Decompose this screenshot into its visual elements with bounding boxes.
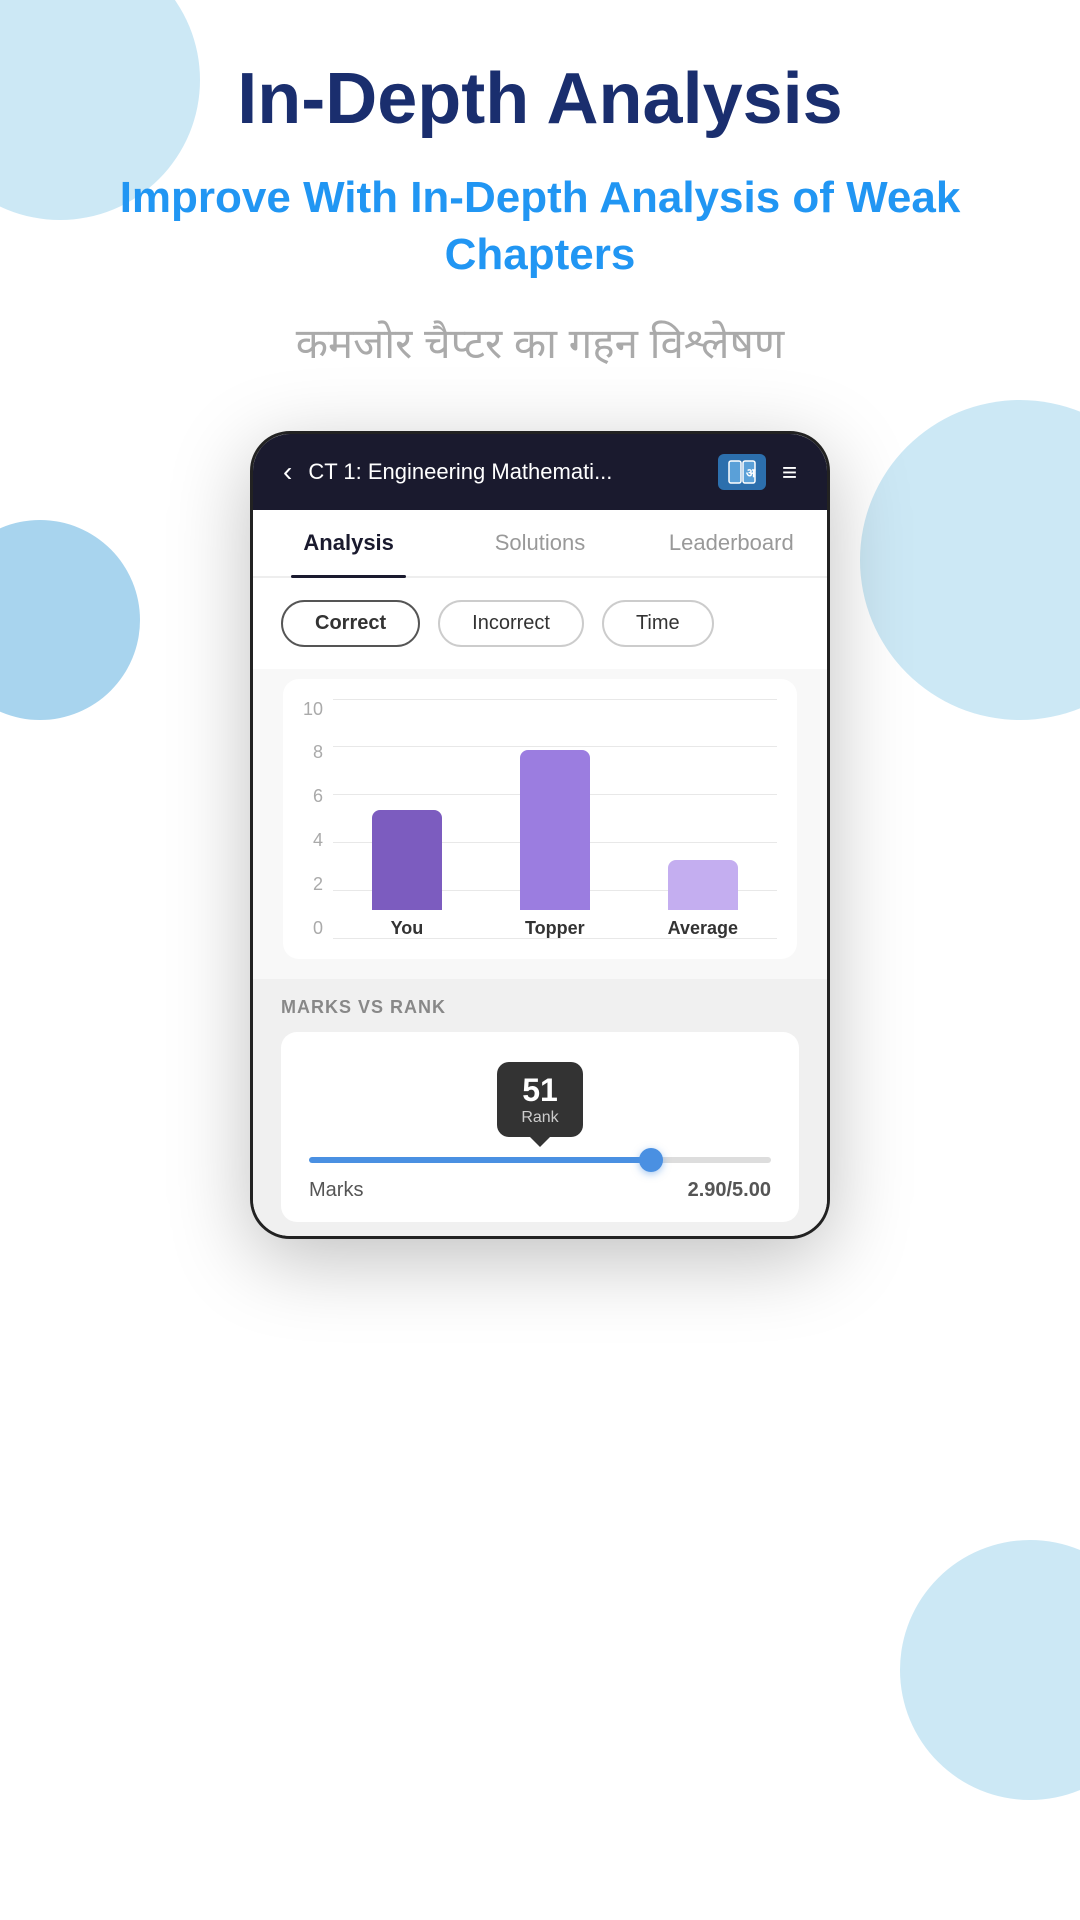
hindi-subtitle: कमजोर चैप्टर का गहन विश्लेषण <box>296 314 784 371</box>
y-label-8: 8 <box>303 742 323 763</box>
rank-badge: 51 Rank <box>497 1062 582 1137</box>
marks-value: 2.90/5.00 <box>688 1179 771 1202</box>
bar-group-you: You <box>372 810 442 939</box>
bar-label-average: Average <box>668 918 738 939</box>
rank-badge-container: 51 Rank <box>309 1062 771 1137</box>
phone-screen-title: CT 1: Engineering Mathemati... <box>308 459 702 485</box>
bar-label-topper: Topper <box>525 918 585 939</box>
bg-decoration-bottom-right <box>900 1540 1080 1800</box>
chart-area: 10 8 6 4 2 0 <box>253 669 827 979</box>
menu-icon[interactable]: ≡ <box>782 459 797 485</box>
main-title: In-Depth Analysis <box>237 60 842 139</box>
y-label-0: 0 <box>303 918 323 939</box>
tabs-container: Analysis Solutions Leaderboard <box>253 510 827 578</box>
y-label-4: 4 <box>303 830 323 851</box>
slider-thumb <box>639 1148 663 1172</box>
slider-track <box>309 1157 771 1163</box>
bar-group-average: Average <box>668 860 738 939</box>
tab-analysis[interactable]: Analysis <box>253 510 444 576</box>
phone-topbar: ‹ CT 1: Engineering Mathemati... अ ≡ <box>253 434 827 510</box>
bar-topper <box>520 750 590 910</box>
back-button[interactable]: ‹ <box>283 456 292 488</box>
bar-group-topper: Topper <box>520 750 590 939</box>
bar-you <box>372 810 442 910</box>
marks-card: 51 Rank Marks 2.90/5.00 <box>281 1032 799 1222</box>
y-label-6: 6 <box>303 786 323 807</box>
y-label-2: 2 <box>303 874 323 895</box>
chart-grid: 10 8 6 4 2 0 <box>303 699 777 939</box>
filter-buttons-container: Correct Incorrect Time <box>253 578 827 669</box>
tab-leaderboard[interactable]: Leaderboard <box>636 510 827 576</box>
bar-average <box>668 860 738 910</box>
bars-container: You Topper Average <box>333 699 777 939</box>
slider-container[interactable] <box>309 1157 771 1163</box>
filter-time[interactable]: Time <box>602 600 714 647</box>
bar-label-you: You <box>391 918 424 939</box>
grid-line-2 <box>333 746 777 747</box>
sub-title: Improve With In-Depth Analysis of Weak C… <box>0 169 1080 283</box>
filter-incorrect[interactable]: Incorrect <box>438 600 584 647</box>
marks-label: Marks <box>309 1179 363 1202</box>
filter-correct[interactable]: Correct <box>281 600 420 647</box>
book-icon: अ <box>718 454 766 490</box>
marks-rank-section: MARKS VS RANK 51 Rank Marks <box>253 979 827 1236</box>
chart-inner: 10 8 6 4 2 0 <box>283 679 797 959</box>
rank-label-text: Rank <box>521 1109 558 1127</box>
grid-line-1 <box>333 699 777 700</box>
rank-number: 51 <box>521 1072 558 1109</box>
y-axis: 10 8 6 4 2 0 <box>303 699 323 939</box>
bars-row: You Topper Average <box>333 750 777 939</box>
svg-text:अ: अ <box>746 466 756 480</box>
tab-solutions[interactable]: Solutions <box>444 510 635 576</box>
y-label-10: 10 <box>303 699 323 720</box>
marks-rank-title: MARKS VS RANK <box>281 997 799 1018</box>
phone-mockup: ‹ CT 1: Engineering Mathemati... अ ≡ Ana… <box>250 431 830 1239</box>
marks-info-row: Marks 2.90/5.00 <box>309 1179 771 1202</box>
